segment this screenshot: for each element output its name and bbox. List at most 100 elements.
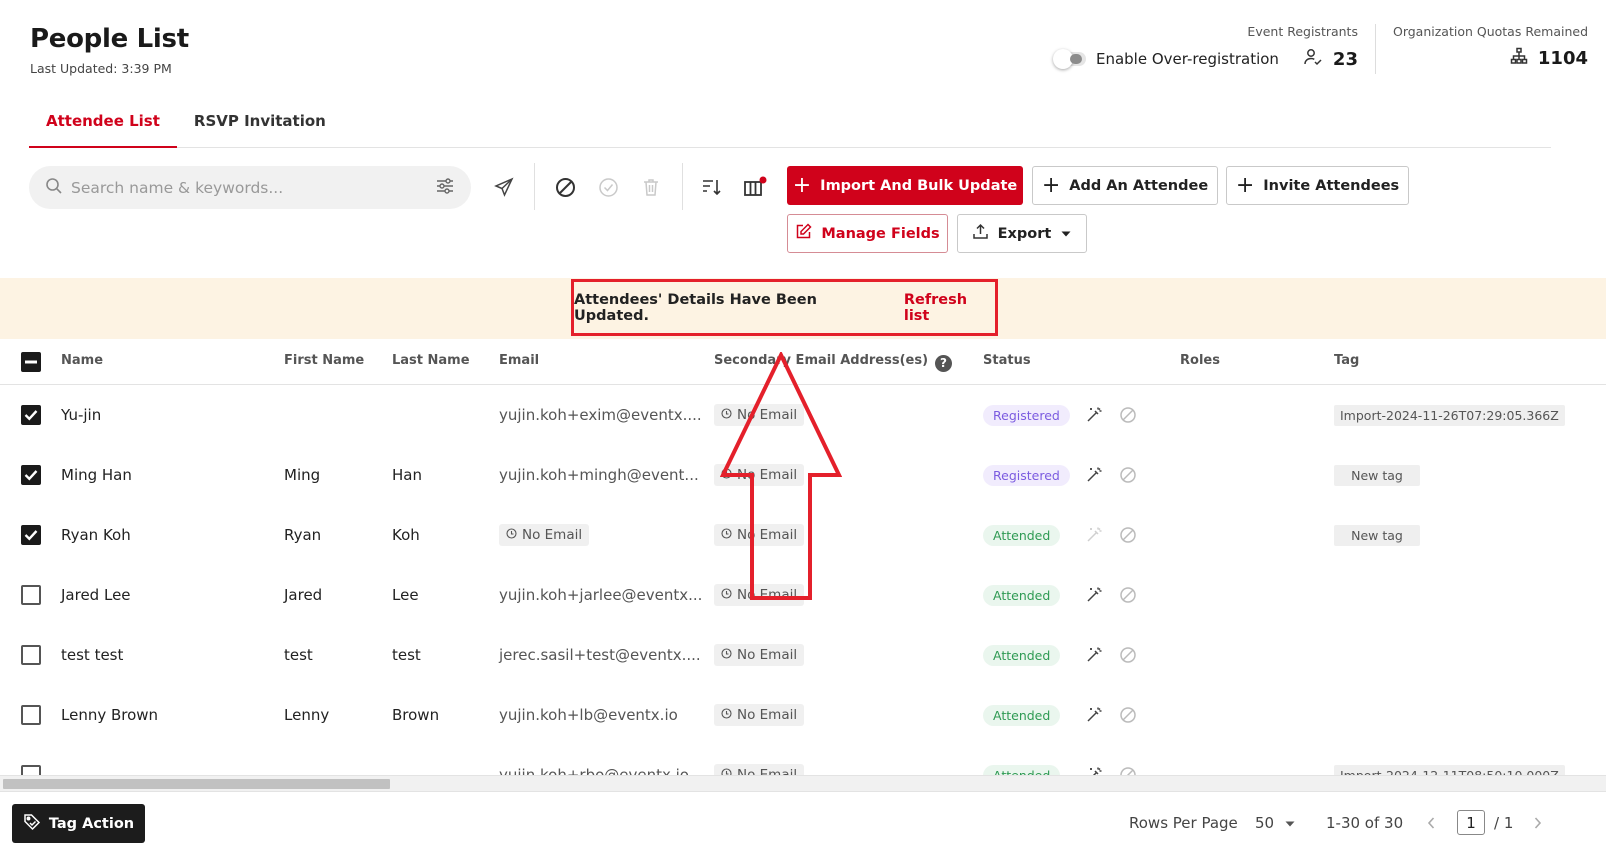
- invite-attendees-button[interactable]: + Invite Attendees: [1226, 166, 1409, 205]
- magic-wand-icon[interactable]: [1085, 565, 1103, 625]
- over-registration-toggle[interactable]: [1052, 49, 1086, 69]
- filter-sliders-icon[interactable]: [435, 176, 455, 200]
- prev-page-icon[interactable]: [1426, 816, 1436, 834]
- next-page-icon[interactable]: [1533, 816, 1543, 834]
- clock-icon: [721, 527, 732, 543]
- manage-fields-button[interactable]: Manage Fields: [787, 214, 948, 253]
- status-badge: Attended: [983, 524, 1061, 546]
- cell-email: jerec.sasil+test@eventx....: [499, 646, 701, 664]
- send-icon[interactable]: [491, 174, 517, 200]
- block-icon[interactable]: [1119, 565, 1137, 625]
- add-attendee-label: Add An Attendee: [1069, 177, 1209, 194]
- table-row[interactable]: test test test test jerec.sasil+test@eventx…: [0, 625, 1606, 685]
- table-body: Yu-jin yujin.koh+exim@eventx.... No Email R…: [0, 385, 1606, 775]
- table-row[interactable]: yujin.koh+rbo@eventx.io No Email Attended I…: [0, 745, 1606, 775]
- magic-wand-icon[interactable]: [1085, 685, 1103, 745]
- help-icon[interactable]: ?: [935, 354, 953, 372]
- table-row[interactable]: Ming Han Ming Han yujin.koh+mingh@event... N…: [0, 445, 1606, 505]
- row-checkbox[interactable]: [21, 705, 41, 725]
- cell-name[interactable]: Lenny Brown: [61, 685, 158, 745]
- quota-block: Organization Quotas Remained 1104: [1393, 24, 1588, 69]
- column-header-first-name[interactable]: First Name: [284, 353, 364, 368]
- cell-name[interactable]: Ryan Koh: [61, 505, 131, 565]
- cell-last-name: Koh: [392, 526, 420, 544]
- select-all-checkbox[interactable]: [21, 352, 41, 372]
- cell-name[interactable]: test test: [61, 625, 123, 685]
- edit-icon: [795, 223, 812, 244]
- no-email-label: No Email: [737, 767, 798, 775]
- cell-name[interactable]: Yu-jin: [61, 385, 101, 445]
- table-row[interactable]: Jared Lee Jared Lee yujin.koh+jarlee@eventx…: [0, 565, 1606, 625]
- columns-icon[interactable]: [742, 174, 768, 200]
- no-email-label: No Email: [737, 407, 798, 423]
- column-header-name[interactable]: Name: [61, 353, 103, 368]
- cell-last-name: Brown: [392, 706, 440, 724]
- block-icon[interactable]: [1119, 745, 1137, 775]
- export-button[interactable]: Export: [957, 214, 1087, 253]
- block-icon[interactable]: [1119, 445, 1137, 505]
- status-badge: Registered: [983, 464, 1070, 486]
- search-bar: [29, 166, 471, 209]
- cell-email: yujin.koh+lb@eventx.io: [499, 706, 678, 724]
- row-checkbox[interactable]: [21, 465, 41, 485]
- tag-action-button[interactable]: Tag Action: [12, 804, 145, 843]
- table-row[interactable]: Yu-jin yujin.koh+exim@eventx.... No Email R…: [0, 385, 1606, 445]
- column-header-tag[interactable]: Tag: [1334, 353, 1359, 368]
- magic-wand-icon[interactable]: [1085, 505, 1103, 565]
- block-icon[interactable]: [1119, 385, 1137, 445]
- current-page-input[interactable]: 1: [1457, 810, 1485, 835]
- block-icon[interactable]: [1119, 505, 1137, 565]
- row-checkbox[interactable]: [21, 405, 41, 425]
- tag-icon: [23, 813, 41, 835]
- column-header-secondary-email[interactable]: Secondary Email Address(es)?: [714, 353, 953, 372]
- row-checkbox[interactable]: [21, 765, 41, 775]
- cell-email: yujin.koh+rbo@eventx.io: [499, 766, 689, 775]
- magic-wand-icon[interactable]: [1085, 385, 1103, 445]
- column-header-email[interactable]: Email: [499, 353, 539, 368]
- import-bulk-update-button[interactable]: + Import And Bulk Update: [787, 166, 1023, 205]
- table-row[interactable]: Ryan Koh Ryan Koh No Email No Email Attended N…: [0, 505, 1606, 565]
- row-checkbox[interactable]: [21, 645, 41, 665]
- pagination-range: 1-30 of 30: [1326, 814, 1404, 832]
- sort-icon[interactable]: [699, 174, 725, 200]
- horizontal-scrollbar[interactable]: [0, 775, 1606, 791]
- scrollbar-thumb[interactable]: [3, 779, 390, 789]
- rows-per-page-select[interactable]: 50: [1255, 814, 1296, 832]
- table-row[interactable]: Lenny Brown Lenny Brown yujin.koh+lb@eventx…: [0, 685, 1606, 745]
- registrants-icon: [1303, 47, 1323, 71]
- clock-icon: [721, 467, 732, 483]
- trash-icon[interactable]: [638, 174, 664, 200]
- no-email-label: No Email: [737, 647, 798, 663]
- block-icon[interactable]: [1119, 625, 1137, 685]
- column-header-roles[interactable]: Roles: [1180, 353, 1220, 368]
- magic-wand-icon[interactable]: [1085, 745, 1103, 775]
- tab-rsvp-invitation[interactable]: RSVP Invitation: [177, 106, 343, 148]
- tag-action-label: Tag Action: [48, 815, 135, 832]
- tab-attendee-list[interactable]: Attendee List: [29, 106, 177, 148]
- cell-name[interactable]: Ming Han: [61, 445, 132, 505]
- manage-fields-label: Manage Fields: [821, 225, 940, 242]
- refresh-list-link[interactable]: Refresh list: [904, 292, 995, 324]
- last-updated-text: Last Updated: 3:39 PM: [30, 61, 172, 76]
- magic-wand-icon[interactable]: [1085, 445, 1103, 505]
- column-header-status[interactable]: Status: [983, 353, 1031, 368]
- search-input[interactable]: [71, 178, 435, 197]
- magic-wand-icon[interactable]: [1085, 625, 1103, 685]
- cell-name[interactable]: Jared Lee: [61, 565, 131, 625]
- clock-icon: [506, 527, 517, 543]
- no-email-label: No Email: [737, 587, 798, 603]
- add-attendee-button[interactable]: + Add An Attendee: [1032, 166, 1218, 205]
- no-email-chip: No Email: [499, 524, 590, 546]
- cell-first-name: test: [284, 646, 313, 664]
- status-badge: Attended: [983, 644, 1061, 666]
- invite-attendees-label: Invite Attendees: [1263, 177, 1400, 194]
- block-icon[interactable]: [1119, 685, 1137, 745]
- status-badge: Attended: [983, 704, 1061, 726]
- row-checkbox[interactable]: [21, 585, 41, 605]
- no-email-chip: No Email: [714, 404, 805, 426]
- row-checkbox[interactable]: [21, 525, 41, 545]
- clock-icon: [721, 767, 732, 775]
- column-header-last-name[interactable]: Last Name: [392, 353, 470, 368]
- check-circle-icon[interactable]: [595, 174, 621, 200]
- block-icon[interactable]: [552, 174, 578, 200]
